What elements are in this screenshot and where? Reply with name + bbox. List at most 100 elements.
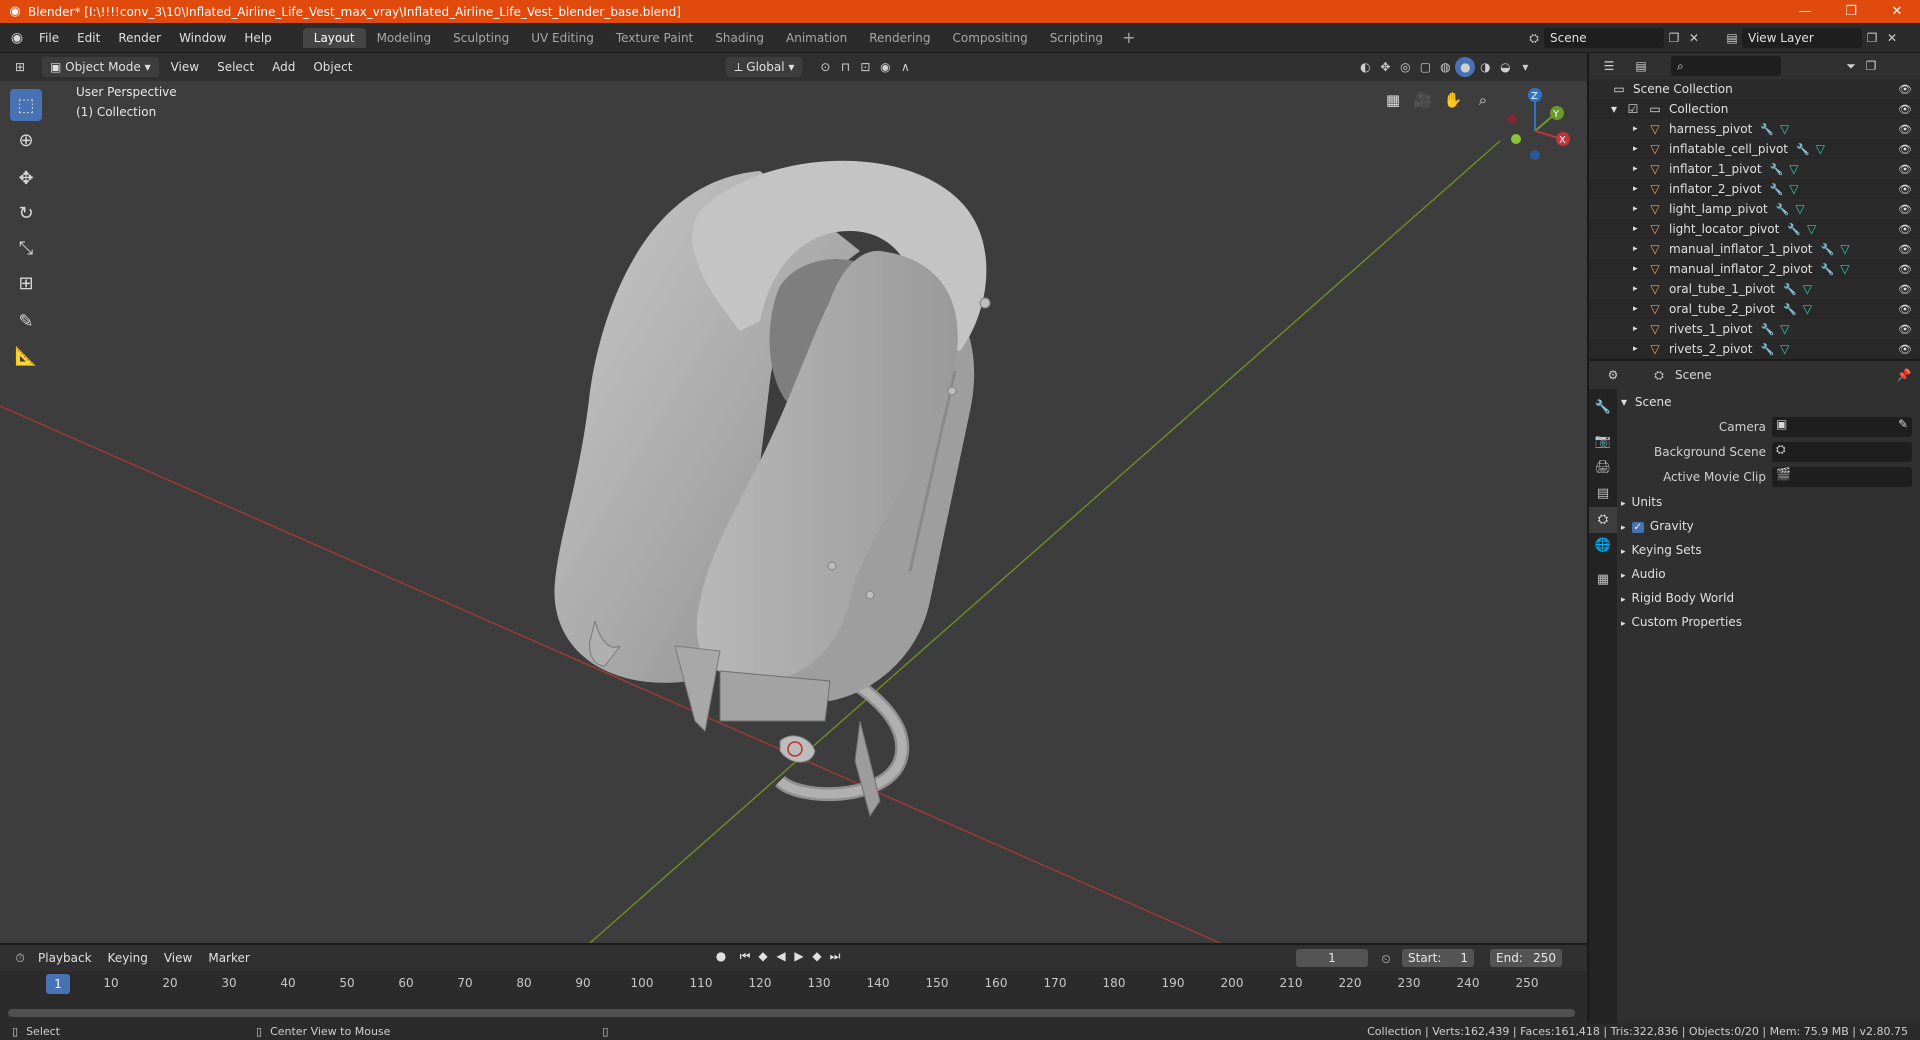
jump-end-icon[interactable]: ⏭	[826, 949, 844, 964]
zoom-icon[interactable]: ⌕	[1470, 87, 1496, 113]
expand-chevron-icon[interactable]: ▸	[1633, 144, 1647, 154]
tab-uv-editing[interactable]: UV Editing	[520, 28, 605, 48]
properties-editor-type-icon[interactable]: ⚙	[1603, 365, 1623, 385]
timeline-menu-view[interactable]: View	[156, 951, 200, 965]
timeline-menu-keying[interactable]: Keying	[100, 951, 156, 965]
eyedropper-icon[interactable]: ✎	[1898, 417, 1908, 431]
delete-scene-icon[interactable]: ✕	[1684, 28, 1704, 48]
annotate-tool-icon[interactable]: ✎	[10, 305, 42, 337]
snap-icon[interactable]: ⊓	[835, 57, 855, 77]
outliner-object-row[interactable]: ▸ ▽ light_lamp_pivot 🔧 ▽ 👁	[1589, 199, 1920, 219]
expand-chevron-icon[interactable]: ▸	[1633, 344, 1647, 354]
visibility-eye-icon[interactable]: 👁	[1898, 183, 1912, 196]
camera-field[interactable]: ▣ ✎	[1772, 417, 1912, 437]
expand-chevron-icon[interactable]: ▸	[1633, 324, 1647, 334]
texture-tab-icon[interactable]: ▦	[1589, 567, 1617, 593]
preview-range-icon[interactable]: ⏲	[1376, 949, 1396, 969]
cursor-tool-icon[interactable]: ⊕	[10, 124, 42, 156]
add-workspace-icon[interactable]: +	[1114, 28, 1143, 47]
collection-row[interactable]: ▾ ☑ ▭ Collection 👁	[1589, 99, 1920, 119]
delete-view-layer-icon[interactable]: ✕	[1882, 28, 1902, 48]
expand-chevron-icon[interactable]: ▸	[1633, 264, 1647, 274]
minimize-button[interactable]: —	[1782, 0, 1828, 23]
blender-menu-icon[interactable]: ◉	[4, 30, 30, 46]
play-icon[interactable]: ▶	[790, 949, 808, 964]
filter-icon[interactable]: ⏷	[1841, 56, 1861, 76]
vp-menu-add[interactable]: Add	[263, 60, 304, 74]
world-tab-icon[interactable]: 🌐	[1589, 533, 1617, 559]
tab-compositing[interactable]: Compositing	[941, 28, 1038, 48]
new-collection-icon[interactable]: ❐	[1861, 56, 1881, 76]
transform-orientation-dropdown[interactable]: ⟂ Global ▾	[726, 57, 803, 77]
subpanel-header[interactable]: ▸ Keying Sets	[1621, 543, 1916, 557]
outliner-search-input[interactable]: ⌕	[1671, 56, 1781, 76]
timeline-menu-marker[interactable]: Marker	[200, 951, 257, 965]
expand-chevron-icon[interactable]: ▸	[1633, 204, 1647, 214]
tab-shading[interactable]: Shading	[704, 28, 775, 48]
tab-sculpting[interactable]: Sculpting	[442, 28, 520, 48]
scene-name-field[interactable]: Scene	[1544, 28, 1664, 48]
outliner-object-row[interactable]: ▸ ▽ inflator_1_pivot 🔧 ▽ 👁	[1589, 159, 1920, 179]
tab-layout[interactable]: Layout	[302, 27, 366, 48]
play-reverse-icon[interactable]: ◀	[772, 949, 790, 964]
visibility-icon[interactable]: ◐	[1355, 57, 1375, 77]
visibility-eye-icon[interactable]: 👁	[1898, 83, 1912, 96]
output-tab-icon[interactable]: 🖨	[1589, 455, 1617, 481]
scale-tool-icon[interactable]: ⤡	[10, 232, 42, 264]
expand-chevron-icon[interactable]: ▸	[1633, 124, 1647, 134]
pan-hand-icon[interactable]: ✋	[1440, 87, 1466, 113]
tab-scripting[interactable]: Scripting	[1039, 28, 1114, 48]
visibility-eye-icon[interactable]: 👁	[1898, 123, 1912, 136]
outliner-object-row[interactable]: ▸ ▽ light_locator_pivot 🔧 ▽ 👁	[1589, 219, 1920, 239]
new-scene-icon[interactable]: ❐	[1664, 28, 1684, 48]
grid-view-icon[interactable]: ▦	[1380, 87, 1406, 113]
frame-ruler[interactable]: 1 10 20 30 40 50 60 70 80 90 100 110 120 130 140 150 160…	[0, 973, 1587, 995]
close-button[interactable]: ✕	[1874, 0, 1920, 23]
view-layer-field[interactable]: View Layer	[1742, 28, 1862, 48]
vp-menu-view[interactable]: View	[162, 60, 208, 74]
subpanel-header[interactable]: ▸ Audio	[1621, 567, 1916, 581]
tab-rendering[interactable]: Rendering	[858, 28, 941, 48]
outliner-object-row[interactable]: ▸ ▽ oral_tube_2_pivot 🔧 ▽ 👁	[1589, 299, 1920, 319]
expand-chevron-icon[interactable]: ▸	[1633, 284, 1647, 294]
expand-chevron-icon[interactable]: ▸	[1633, 184, 1647, 194]
overlays-icon[interactable]: ◎	[1395, 57, 1415, 77]
visibility-eye-icon[interactable]: 👁	[1898, 223, 1912, 236]
next-keyframe-icon[interactable]: ◆	[808, 949, 826, 964]
scene-tab-icon[interactable]: ⛭	[1589, 507, 1617, 533]
record-icon[interactable]: ●	[712, 949, 730, 964]
outliner-object-row[interactable]: ▸ ▽ manual_inflator_2_pivot 🔧 ▽ 👁	[1589, 259, 1920, 279]
outliner-object-row[interactable]: ▸ ▽ manual_inflator_1_pivot 🔧 ▽ 👁	[1589, 239, 1920, 259]
tool-tab-icon[interactable]: 🔧	[1589, 395, 1617, 421]
menu-file[interactable]: File	[30, 31, 68, 45]
prev-keyframe-icon[interactable]: ◆	[754, 949, 772, 964]
visibility-eye-icon[interactable]: 👁	[1898, 203, 1912, 216]
collection-checkbox-icon[interactable]: ☑	[1625, 102, 1641, 116]
start-frame-field[interactable]: Start: 1	[1402, 949, 1474, 967]
scene-panel-header[interactable]: ▾ Scene	[1621, 395, 1916, 409]
visibility-eye-icon[interactable]: 👁	[1898, 143, 1912, 156]
gizmo-toggle-icon[interactable]: ✥	[1375, 57, 1395, 77]
end-frame-field[interactable]: End: 250	[1490, 949, 1562, 967]
outliner-object-row[interactable]: ▸ ▽ inflator_2_pivot 🔧 ▽ 👁	[1589, 179, 1920, 199]
view-layer-selector[interactable]: ▤ View Layer ❐ ✕	[1722, 28, 1902, 48]
jump-start-icon[interactable]: ⏮	[736, 949, 754, 964]
timeline-menu-playback[interactable]: Playback	[30, 951, 100, 965]
timeline-scrollbar[interactable]	[8, 1009, 1575, 1017]
outliner-editor-type-icon[interactable]: ☰	[1599, 56, 1619, 76]
expand-chevron-icon[interactable]: ▸	[1633, 224, 1647, 234]
movie-clip-field[interactable]: 🎬	[1772, 467, 1912, 487]
background-scene-field[interactable]: ⛭	[1772, 442, 1912, 462]
subpanel-header[interactable]: ▸ ✓ Gravity	[1621, 519, 1916, 533]
measure-tool-icon[interactable]: 📐	[10, 340, 42, 372]
visibility-eye-icon[interactable]: 👁	[1898, 323, 1912, 336]
falloff-icon[interactable]: ∧	[895, 57, 915, 77]
view-layer-tab-icon[interactable]: ▤	[1589, 481, 1617, 507]
tab-animation[interactable]: Animation	[775, 28, 858, 48]
maximize-button[interactable]: ❐	[1828, 0, 1874, 23]
3d-viewport[interactable]: Z Y X User Perspective (1) Collection ⬚ …	[0, 81, 1587, 943]
frame-cursor[interactable]: 1	[46, 974, 70, 994]
menu-window[interactable]: Window	[170, 31, 235, 45]
visibility-eye-icon[interactable]: 👁	[1898, 283, 1912, 296]
expand-chevron-icon[interactable]: ▸	[1633, 164, 1647, 174]
